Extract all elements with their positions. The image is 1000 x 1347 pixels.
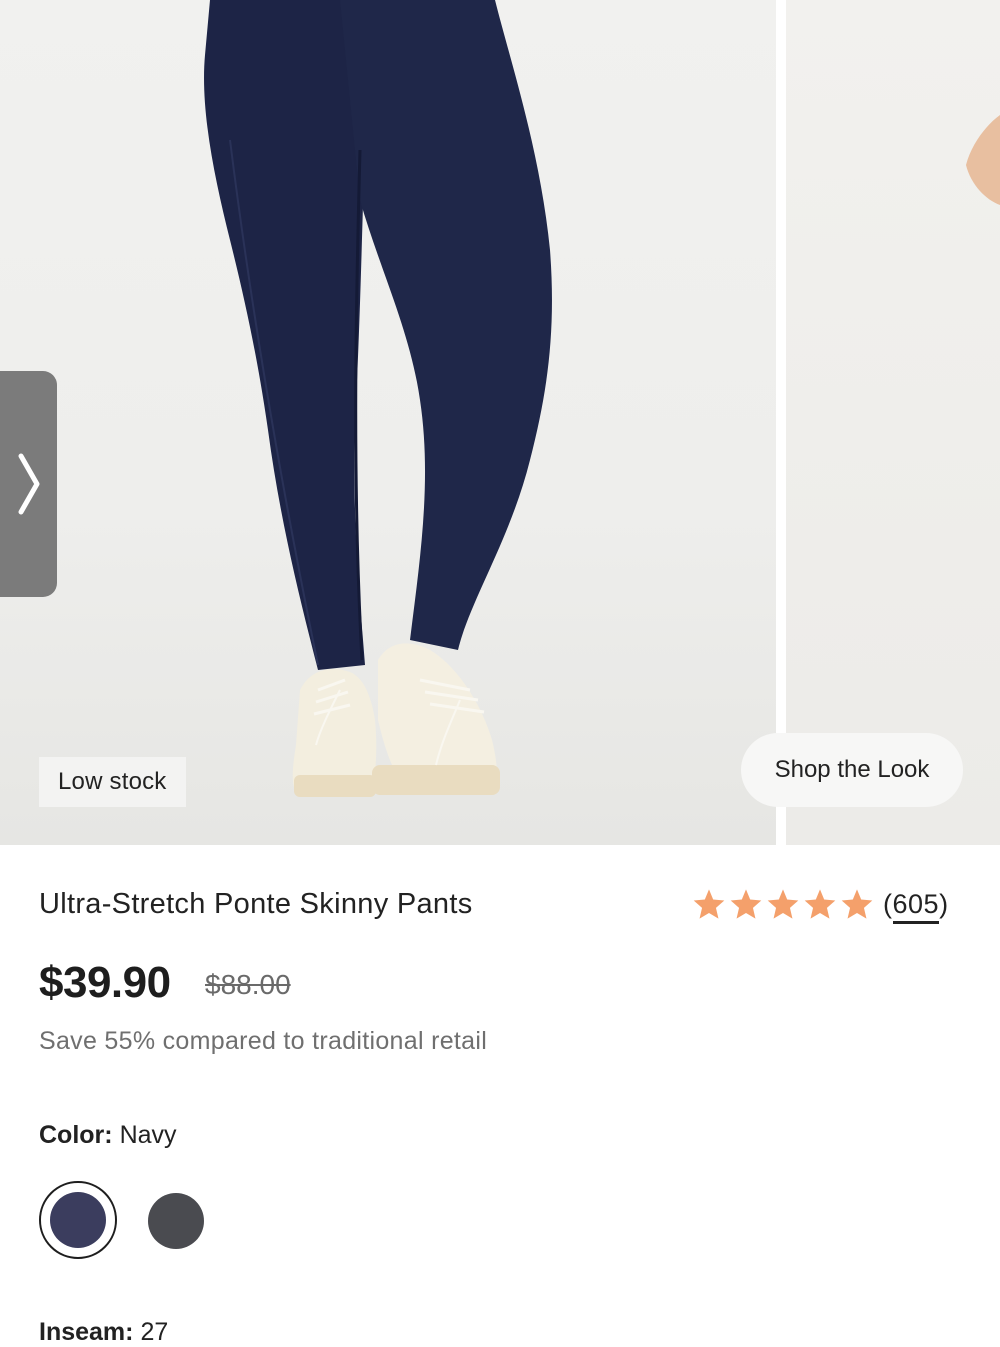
review-count-open: ( — [883, 888, 893, 919]
product-image-next[interactable] — [786, 0, 1000, 845]
star-icon — [841, 889, 873, 919]
color-swatch-charcoal[interactable] — [148, 1193, 204, 1249]
review-count: 605 — [892, 888, 940, 924]
product-image-gallery[interactable]: Low stock Shop the Look — [0, 0, 1000, 845]
gallery-next-button[interactable] — [0, 371, 57, 597]
chevron-right-icon — [18, 453, 39, 515]
color-swatch-navy[interactable] — [39, 1181, 117, 1259]
original-price: $88.00 — [205, 969, 291, 1000]
sale-price: $39.90 — [39, 958, 171, 1007]
inseam-label: Inseam: — [39, 1318, 134, 1346]
inseam-value: 27 — [140, 1318, 169, 1346]
swatch-navy-fill — [50, 1192, 106, 1248]
star-icon — [730, 889, 762, 919]
star-icon — [804, 889, 836, 919]
product-image-main[interactable]: Low stock — [0, 0, 776, 845]
product-title: Ultra-Stretch Ponte Skinny Pants — [39, 888, 473, 920]
star-icon — [767, 889, 799, 919]
color-selection-label: Color: Navy — [39, 1121, 177, 1150]
star-icon — [693, 889, 725, 919]
low-stock-badge: Low stock — [39, 757, 186, 807]
model-photo-partial — [966, 115, 1000, 205]
shop-the-look-button[interactable]: Shop the Look — [741, 733, 963, 807]
review-count-link[interactable]: (605) — [883, 888, 949, 924]
rating-stars — [692, 888, 874, 920]
savings-text: Save 55% compared to traditional retail — [39, 1027, 488, 1055]
model-photo — [204, 0, 552, 797]
color-value: Navy — [119, 1121, 177, 1149]
product-rating[interactable]: (605) — [692, 888, 949, 924]
review-count-close: ) — [939, 888, 949, 919]
color-label: Color: — [39, 1121, 113, 1149]
